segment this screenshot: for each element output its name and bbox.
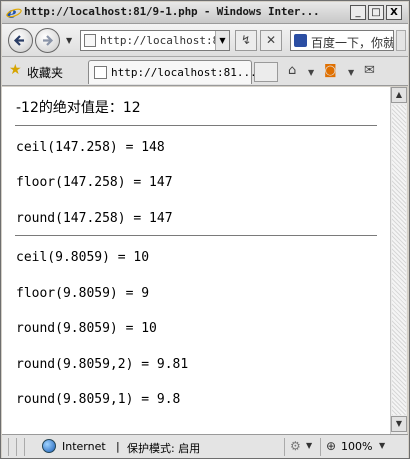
divider <box>15 235 377 236</box>
home-dropdown-icon[interactable]: ▼ <box>308 68 314 77</box>
address-field[interactable]: http://localhost:8 ▼ <box>80 30 230 51</box>
security-zone-label[interactable]: Internet <box>62 440 106 453</box>
status-divider <box>320 438 321 456</box>
search-text[interactable]: 百度一下，你就 <box>311 34 393 51</box>
address-bar-row: ▼ http://localhost:8 ▼ ↯ ✕ 百度一下，你就 <box>2 24 408 57</box>
tools-dropdown-icon[interactable]: ▼ <box>306 441 312 450</box>
divider <box>15 124 377 126</box>
round-precision-1-line: round(9.8059,1) = 9.8 <box>16 392 181 407</box>
ie-logo-icon: e <box>6 4 22 20</box>
status-separator: | <box>116 440 120 453</box>
tab-title: http://localhost:81... <box>111 66 257 79</box>
floor-result-line: floor(147.258) = 147 <box>16 175 173 190</box>
compatibility-view-button[interactable]: ↯ <box>235 30 257 51</box>
status-bar: Internet | 保护模式: 启用 ⚙ ▼ ⊕ 100% ▼ <box>2 434 408 458</box>
status-divider <box>284 438 285 456</box>
zoom-level[interactable]: 100% <box>341 440 372 453</box>
favorites-star-icon[interactable]: ★ <box>9 62 22 78</box>
round-result-line: round(147.258) = 147 <box>16 210 173 226</box>
new-tab-button[interactable] <box>254 62 278 82</box>
ceil-result-line: ceil(9.8059) = 10 <box>16 250 150 265</box>
baidu-search-icon <box>294 34 307 47</box>
browser-window: e http://localhost:81/9-1.php - Windows … <box>0 0 410 459</box>
maximize-button[interactable]: □ <box>368 5 384 20</box>
address-text[interactable]: http://localhost:8 <box>100 34 220 47</box>
feeds-dropdown-icon[interactable]: ▼ <box>348 68 354 77</box>
favorites-bar: ★ 收藏夹 http://localhost:81... ⌂ ▼ ◙ ▼ ✉ <box>2 57 408 86</box>
page-icon <box>84 34 96 47</box>
scroll-up-icon[interactable]: ▲ <box>391 87 407 103</box>
mail-icon[interactable]: ✉ <box>364 63 375 78</box>
tab-page-icon <box>94 66 107 79</box>
tab-current[interactable]: http://localhost:81... <box>88 60 257 84</box>
back-button[interactable] <box>8 28 33 53</box>
search-grip[interactable] <box>396 30 406 51</box>
round-result-line: round(9.8059) = 10 <box>16 321 157 336</box>
status-divider <box>16 438 17 456</box>
feeds-icon[interactable]: ◙ <box>324 63 337 78</box>
abs-result-line: -12的绝对值是：12 <box>16 100 141 116</box>
ceil-result-line: ceil(147.258) = 148 <box>16 139 165 155</box>
address-dropdown-icon[interactable]: ▼ <box>215 31 229 50</box>
zoom-icon[interactable]: ⊕ <box>326 439 336 453</box>
protected-mode-label[interactable]: 保护模式: 启用 <box>127 440 200 456</box>
favorites-label[interactable]: 收藏夹 <box>27 64 63 81</box>
zoom-dropdown-icon[interactable]: ▼ <box>379 441 385 450</box>
vertical-scrollbar[interactable]: ▲ ▼ <box>390 87 407 434</box>
home-icon[interactable]: ⌂ <box>288 63 296 78</box>
status-divider <box>24 438 25 456</box>
floor-result-line: floor(9.8059) = 9 <box>16 285 150 301</box>
title-bar: e http://localhost:81/9-1.php - Windows … <box>2 2 408 24</box>
scroll-track[interactable] <box>392 105 406 415</box>
internet-zone-icon <box>42 439 56 453</box>
page-content: -12的绝对值是：12 ceil(147.258) = 148 floor(14… <box>2 87 378 424</box>
history-dropdown-icon[interactable]: ▼ <box>66 36 72 45</box>
round-precision-2-line: round(9.8059,2) = 9.81 <box>16 356 189 372</box>
forward-button[interactable] <box>35 28 60 53</box>
back-arrow-icon <box>13 35 24 46</box>
gear-icon[interactable]: ⚙ <box>290 439 301 453</box>
close-button[interactable]: X <box>386 5 402 20</box>
window-title: http://localhost:81/9-1.php - Windows In… <box>24 5 320 18</box>
search-box[interactable]: 百度一下，你就 <box>290 30 394 51</box>
refresh-stop-button[interactable]: ✕ <box>260 30 282 51</box>
scroll-down-icon[interactable]: ▼ <box>391 416 407 432</box>
minimize-button[interactable]: _ <box>350 5 366 20</box>
page-viewport: -12的绝对值是：12 ceil(147.258) = 148 floor(14… <box>2 87 390 434</box>
forward-arrow-icon <box>43 35 54 46</box>
status-divider <box>8 438 9 456</box>
